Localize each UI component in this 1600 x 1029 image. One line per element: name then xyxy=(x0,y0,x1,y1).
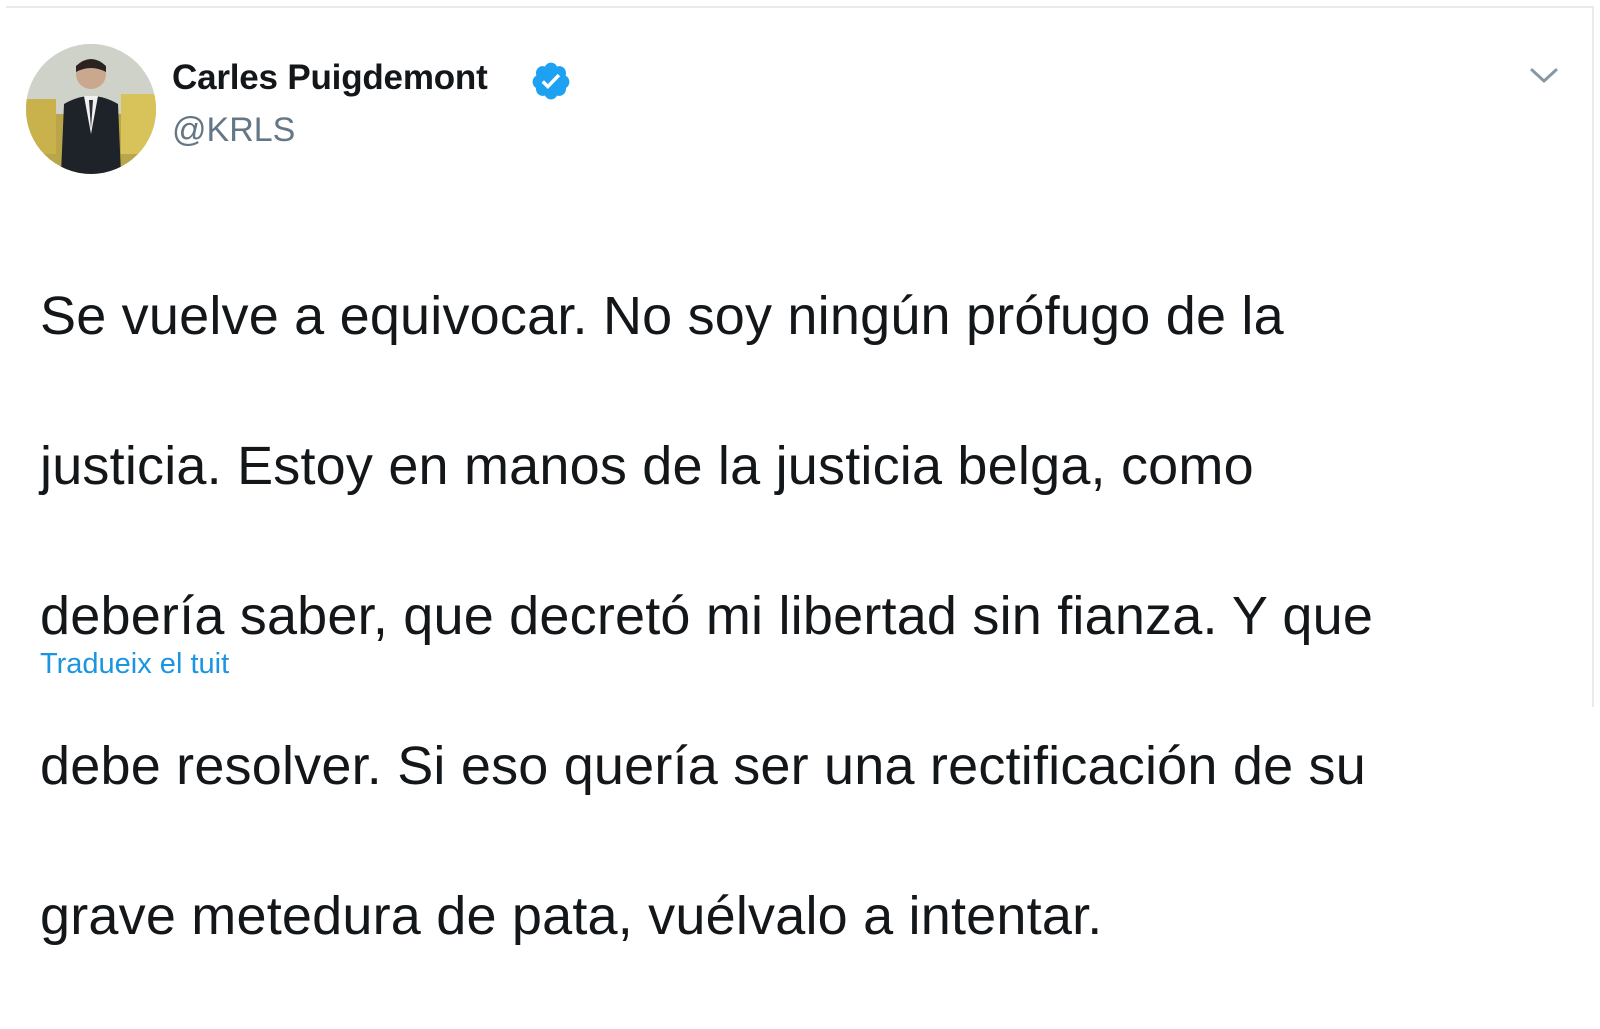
verified-badge-icon xyxy=(532,62,570,100)
tweet-text-line: debe resolver. Si eso quería ser una rec… xyxy=(40,736,1366,796)
translate-tweet-link[interactable]: Tradueix el tuit xyxy=(40,648,229,681)
tweet-text-line: Se vuelve a equivocar. No soy ningún pró… xyxy=(40,286,1284,346)
avatar-photo xyxy=(26,44,156,174)
tweet-text-line: grave metedura de pata, vuélvalo a inten… xyxy=(40,886,1103,946)
tweet-card: Carles Puigdemont @KRLS Se vuelve a equi… xyxy=(6,6,1594,946)
tweet-text: Se vuelve a equivocar. No soy ningún pró… xyxy=(40,204,1570,1029)
avatar[interactable] xyxy=(26,44,156,174)
author-name[interactable]: Carles Puigdemont xyxy=(172,58,488,98)
author-handle[interactable]: @KRLS xyxy=(172,111,295,150)
tweet-text-line: justicia. Estoy en manos de la justicia … xyxy=(40,436,1254,496)
chevron-down-icon[interactable] xyxy=(1524,60,1564,90)
tweet-text-line: debería saber, que decretó mi libertad s… xyxy=(40,586,1374,646)
